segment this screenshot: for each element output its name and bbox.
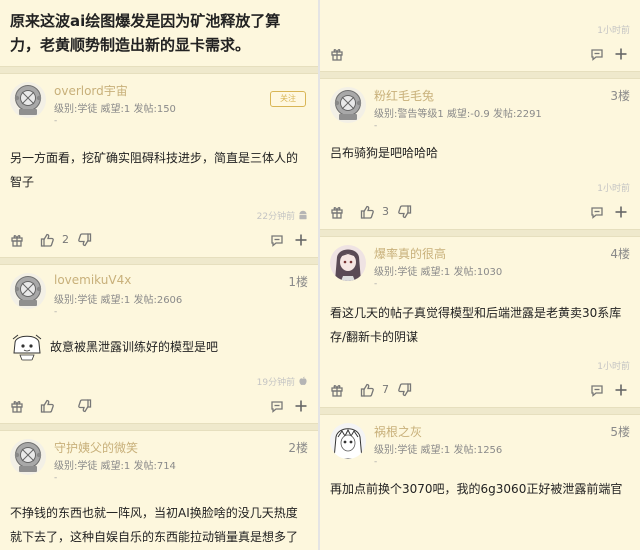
gift-icon[interactable]: [10, 233, 24, 247]
dislike-icon[interactable]: [398, 205, 412, 219]
post-content: 另一方面看，挖矿确实阻碍科技进步，简直是三体人的智子: [10, 151, 299, 189]
gift-icon[interactable]: [330, 383, 344, 397]
post-time: 1小时前: [597, 26, 630, 36]
username[interactable]: 爆率真的很高: [374, 245, 446, 262]
reply-2-user-row: 守护姨父的微笑 级别:学徒 威望:1 发帖:714 - 2楼: [0, 431, 318, 489]
user-stats: 级别:学徒 威望:1 发帖:2606: [54, 295, 183, 306]
action-bar: 7: [320, 375, 640, 407]
post-time: 1小时前: [597, 184, 630, 194]
divider: [0, 257, 318, 265]
reply-1-user-row: lovemikuV4x 级别:学徒 威望:1 发帖:2606 - 1楼: [0, 265, 318, 323]
floor-number: 2楼: [288, 441, 308, 455]
user-stats: 级别:警告等级1 威望:-0.9 发帖:2291: [374, 109, 542, 120]
like-count: 2: [62, 233, 69, 246]
diving-helmet-avatar[interactable]: [10, 273, 46, 309]
post-content: 吕布骑狗是吧哈哈哈: [330, 146, 439, 160]
like-icon[interactable]: [360, 205, 374, 219]
divider: [320, 71, 640, 79]
divider: [0, 423, 318, 431]
user-stats: 级别:学徒 威望:1 发帖:150: [54, 104, 176, 115]
plus-icon[interactable]: [614, 383, 628, 397]
post-content: 不挣钱的东西也就一阵风，当初AI换脸啥的没几天热度就下去了，这种自娱自乐的东西能…: [10, 506, 299, 544]
gift-icon[interactable]: [330, 47, 344, 61]
post-time: 1小时前: [597, 362, 630, 372]
post-time: 22分钟前: [0, 209, 318, 225]
follow-button[interactable]: 关注: [270, 91, 306, 107]
anime-girl-avatar[interactable]: [330, 245, 366, 281]
comment-icon[interactable]: [270, 399, 284, 413]
user-signature: -: [54, 116, 58, 126]
user-signature: -: [374, 457, 378, 467]
user-stats: 级别:学徒 威望:1 发帖:1030: [374, 267, 503, 278]
post-content: 再加点前换个3070吧，我的6g3060正好被泄露前端官: [330, 482, 623, 496]
plus-icon[interactable]: [294, 233, 308, 247]
android-icon: [299, 210, 307, 220]
floor-number: 1楼: [288, 275, 308, 289]
user-signature: -: [374, 279, 378, 289]
action-bar: 2: [0, 225, 318, 257]
plus-icon[interactable]: [614, 47, 628, 61]
divider: [0, 66, 318, 74]
plus-icon[interactable]: [614, 205, 628, 219]
comment-icon[interactable]: [590, 47, 604, 61]
username[interactable]: overlord宇宙: [54, 82, 128, 99]
manga-character-avatar[interactable]: [330, 423, 366, 459]
user-stats: 级别:学徒 威望:1 发帖:1256: [374, 445, 503, 456]
op-user-row: overlord宇宙 级别:学徒 威望:1 发帖:150 - 关注: [0, 74, 318, 132]
comment-icon[interactable]: [590, 383, 604, 397]
like-icon[interactable]: [40, 233, 54, 247]
like-icon[interactable]: [40, 399, 54, 413]
diving-helmet-avatar[interactable]: [10, 439, 46, 475]
action-bar: [320, 39, 640, 71]
user-signature: -: [54, 473, 58, 483]
like-count: 3: [382, 205, 389, 218]
left-thread-panel: 原来这波ai绘图爆发是因为矿池释放了算力，老黄顺势制造出新的显卡需求。 over…: [0, 0, 318, 550]
floor-number: 5楼: [610, 425, 630, 439]
user-signature: -: [374, 121, 378, 131]
reply-4-user-row: 爆率真的很高 级别:学徒 威望:1 发帖:1030 - 4楼: [320, 237, 640, 295]
username[interactable]: 粉红毛毛兔: [374, 87, 434, 104]
post-content: 故意被黑泄露训练好的模型是吧: [50, 340, 219, 354]
like-count: 7: [382, 383, 389, 396]
username[interactable]: 守护姨父的微笑: [54, 439, 138, 456]
user-stats: 级别:学徒 威望:1 发帖:714: [54, 461, 176, 472]
reply-3-user-row: 粉红毛毛兔 级别:警告等级1 威望:-0.9 发帖:2291 - 3楼: [320, 79, 640, 137]
username[interactable]: lovemikuV4x: [54, 273, 131, 287]
gift-icon[interactable]: [330, 205, 344, 219]
comment-icon[interactable]: [590, 205, 604, 219]
divider: [320, 229, 640, 237]
anime-sticker-icon: [10, 331, 44, 361]
username[interactable]: 祸根之灰: [374, 423, 422, 440]
reply-5-user-row: 祸根之灰 级别:学徒 威望:1 发帖:1256 - 5楼: [320, 415, 640, 473]
user-signature: -: [54, 307, 58, 317]
dislike-icon[interactable]: [78, 399, 92, 413]
comment-icon[interactable]: [270, 233, 284, 247]
floor-number: 3楼: [610, 89, 630, 103]
divider: [320, 407, 640, 415]
action-bar: 3: [320, 197, 640, 229]
dislike-icon[interactable]: [78, 233, 92, 247]
right-thread-panel: 1小时前 粉红毛毛兔 级别:警告等级1 威望:-0.9 发帖:2291 - 3楼…: [320, 0, 640, 550]
plus-icon[interactable]: [294, 399, 308, 413]
gift-icon[interactable]: [10, 399, 24, 413]
floor-number: 4楼: [610, 247, 630, 261]
action-bar: [0, 391, 318, 423]
diving-helmet-avatar[interactable]: [10, 82, 46, 118]
post-content: 看这几天的帖子真觉得模型和后端泄露是老黄卖30系库存/翻新卡的阴谋: [330, 306, 622, 344]
reply-1-body: 故意被黑泄露训练好的模型是吧: [0, 329, 318, 365]
diving-helmet-avatar[interactable]: [330, 87, 366, 123]
thread-title: 原来这波ai绘图爆发是因为矿池释放了算力，老黄顺势制造出新的显卡需求。: [10, 12, 281, 54]
post-time: 19分钟前: [0, 375, 318, 391]
dislike-icon[interactable]: [398, 383, 412, 397]
like-icon[interactable]: [360, 383, 374, 397]
apple-icon: [299, 376, 307, 386]
